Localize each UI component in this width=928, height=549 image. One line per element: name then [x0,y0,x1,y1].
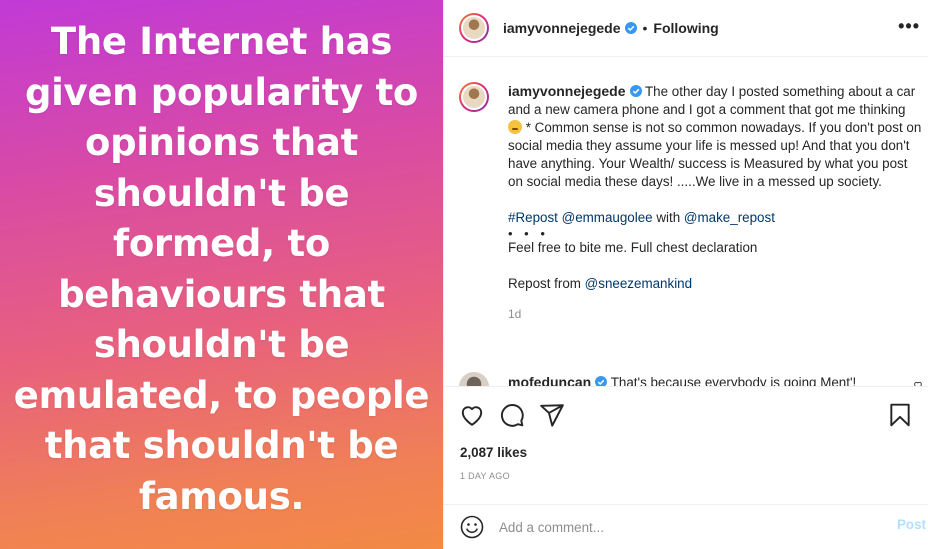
verified-badge-icon [629,85,642,97]
instagram-post-view: The Internet has given popularity to opi… [0,0,928,549]
quote-line: emulated, to people [13,373,430,417]
author-avatar[interactable] [459,13,489,43]
caption-line-bite: Feel free to bite me. Full chest declara… [508,240,758,255]
quote-line: that shouldn't be [44,424,399,467]
post-age[interactable]: 1 DAY AGO [460,471,510,481]
share-icon[interactable] [539,402,565,428]
caption-author-avatar[interactable] [459,82,489,112]
commenter-avatar[interactable] [459,372,489,386]
quote-line: given popularity to [24,70,418,114]
post-comment-button[interactable]: Post [897,517,926,532]
caption-ellipsis: • • • [508,226,549,241]
repost-app-link[interactable]: @make_repost [684,210,775,225]
thinking-face-icon [508,120,522,134]
likes-count[interactable]: 2,087 likes [460,445,527,460]
add-comment-bar: Post [444,504,928,549]
actions-bar: 2,087 likes 1 DAY AGO [444,386,928,504]
quote-line: opinions that [84,121,359,164]
bookmark-icon[interactable] [887,402,913,428]
verified-badge-icon [595,376,608,386]
repost-from-label: Repost from [508,276,581,291]
caption-body-part2: * Common sense is not so common nowadays… [508,120,922,189]
post-image[interactable]: The Internet has given popularity to opi… [0,0,443,549]
smiley-icon[interactable] [460,515,484,539]
caption-timestamp[interactable]: 1d [508,305,922,323]
comment-text: mofeduncan That's because everybody is g… [508,374,856,386]
author-username[interactable]: iamyvonnejegede [503,20,621,36]
repost-with-text: with [656,210,681,225]
quote-line: shouldn't be [93,323,350,366]
quote-line: shouldn't be [93,171,350,215]
header-separator: • [642,20,648,36]
quote-line: The Internet has [50,20,393,63]
post-header: iamyvonnejegede • Following ••• [444,0,928,57]
comment-row: mofeduncan That's because everybody is g… [459,372,922,386]
comment-icon[interactable] [499,402,525,428]
heart-icon[interactable] [459,402,485,428]
more-horizontal-icon[interactable]: ••• [898,17,920,35]
comment-body: That's because everybody is going Ment'! [610,375,857,386]
following-button[interactable]: Following [653,20,718,36]
quote-line: famous. [138,474,305,518]
post-image-quote: The Internet has given popularity to opi… [13,17,430,522]
repost-hashtag-link[interactable]: #Repost [508,210,558,225]
post-side-panel: iamyvonnejegede • Following ••• iamyvonn… [443,0,928,549]
verified-badge-icon [624,22,637,34]
repost-user-link[interactable]: @emmaugolee [562,210,653,225]
quote-line: behaviours that [58,272,385,316]
caption-text: iamyvonnejegede The other day I posted s… [508,82,922,323]
comment-input[interactable] [499,515,869,539]
commenter-username[interactable]: mofeduncan [508,374,591,386]
repost-from-user-link[interactable]: @sneezemankind [585,276,692,291]
caption-username[interactable]: iamyvonnejegede [508,83,626,99]
comments-list[interactable]: iamyvonnejegede The other day I posted s… [444,58,928,386]
quote-line: formed, to [113,222,330,265]
